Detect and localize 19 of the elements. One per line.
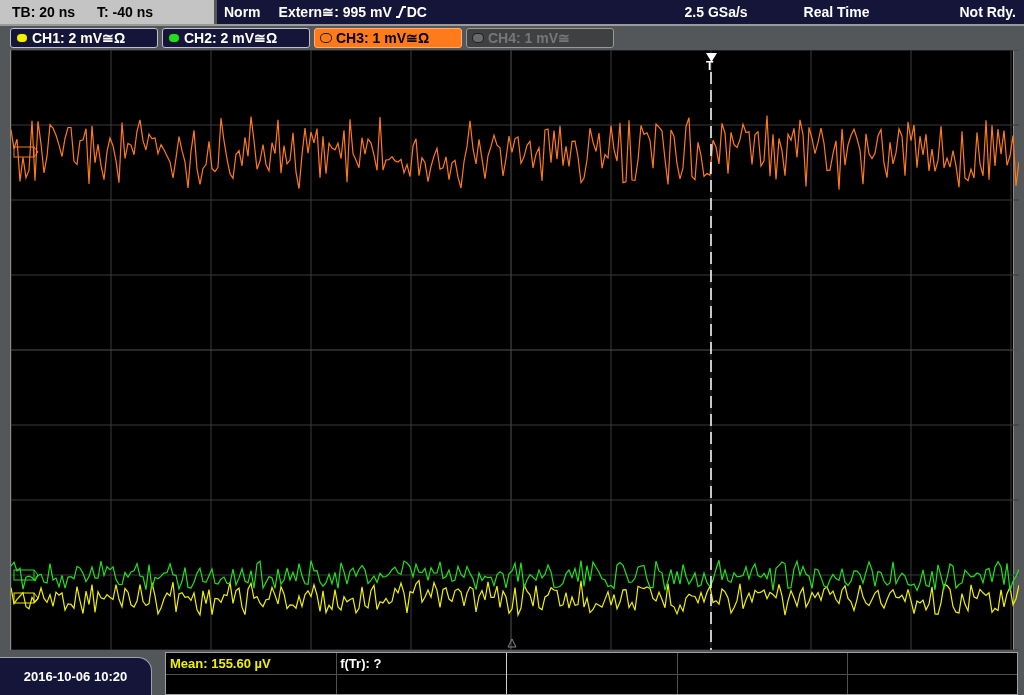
acquisition-mode-text: Real Time (803, 2, 870, 22)
timebase-text: TB: 20 ns (12, 2, 75, 22)
channel-marker-icon (13, 146, 39, 158)
channel-tab[interactable]: CH3: 1 mV≅Ω (314, 28, 462, 48)
channel-tab[interactable]: CH1: 2 mV≅Ω (10, 28, 158, 48)
measurement-text: f(Tr): ? (340, 654, 382, 673)
trigger-mode-text: Norm (224, 2, 261, 22)
sample-rate-text: 2.5 GSa/s (684, 2, 748, 22)
trigger-marker-icon (706, 53, 717, 62)
rising-edge-icon (394, 5, 407, 19)
trigger-time-text: T: -40 ns (97, 2, 154, 22)
trigger-coupling-text: DC (406, 2, 427, 22)
channel-tab[interactable]: CH2: 2 mV≅Ω (162, 28, 310, 48)
channel-marker-icon (13, 592, 39, 604)
channel-marker-icon (13, 569, 39, 581)
status-text: Not Rdy. (959, 2, 1016, 22)
measurement-text: Mean: 155.60 µV (170, 654, 271, 673)
trigger-source-text: Extern≅: 995 mV (278, 2, 392, 22)
trigger-label: T (706, 60, 714, 72)
